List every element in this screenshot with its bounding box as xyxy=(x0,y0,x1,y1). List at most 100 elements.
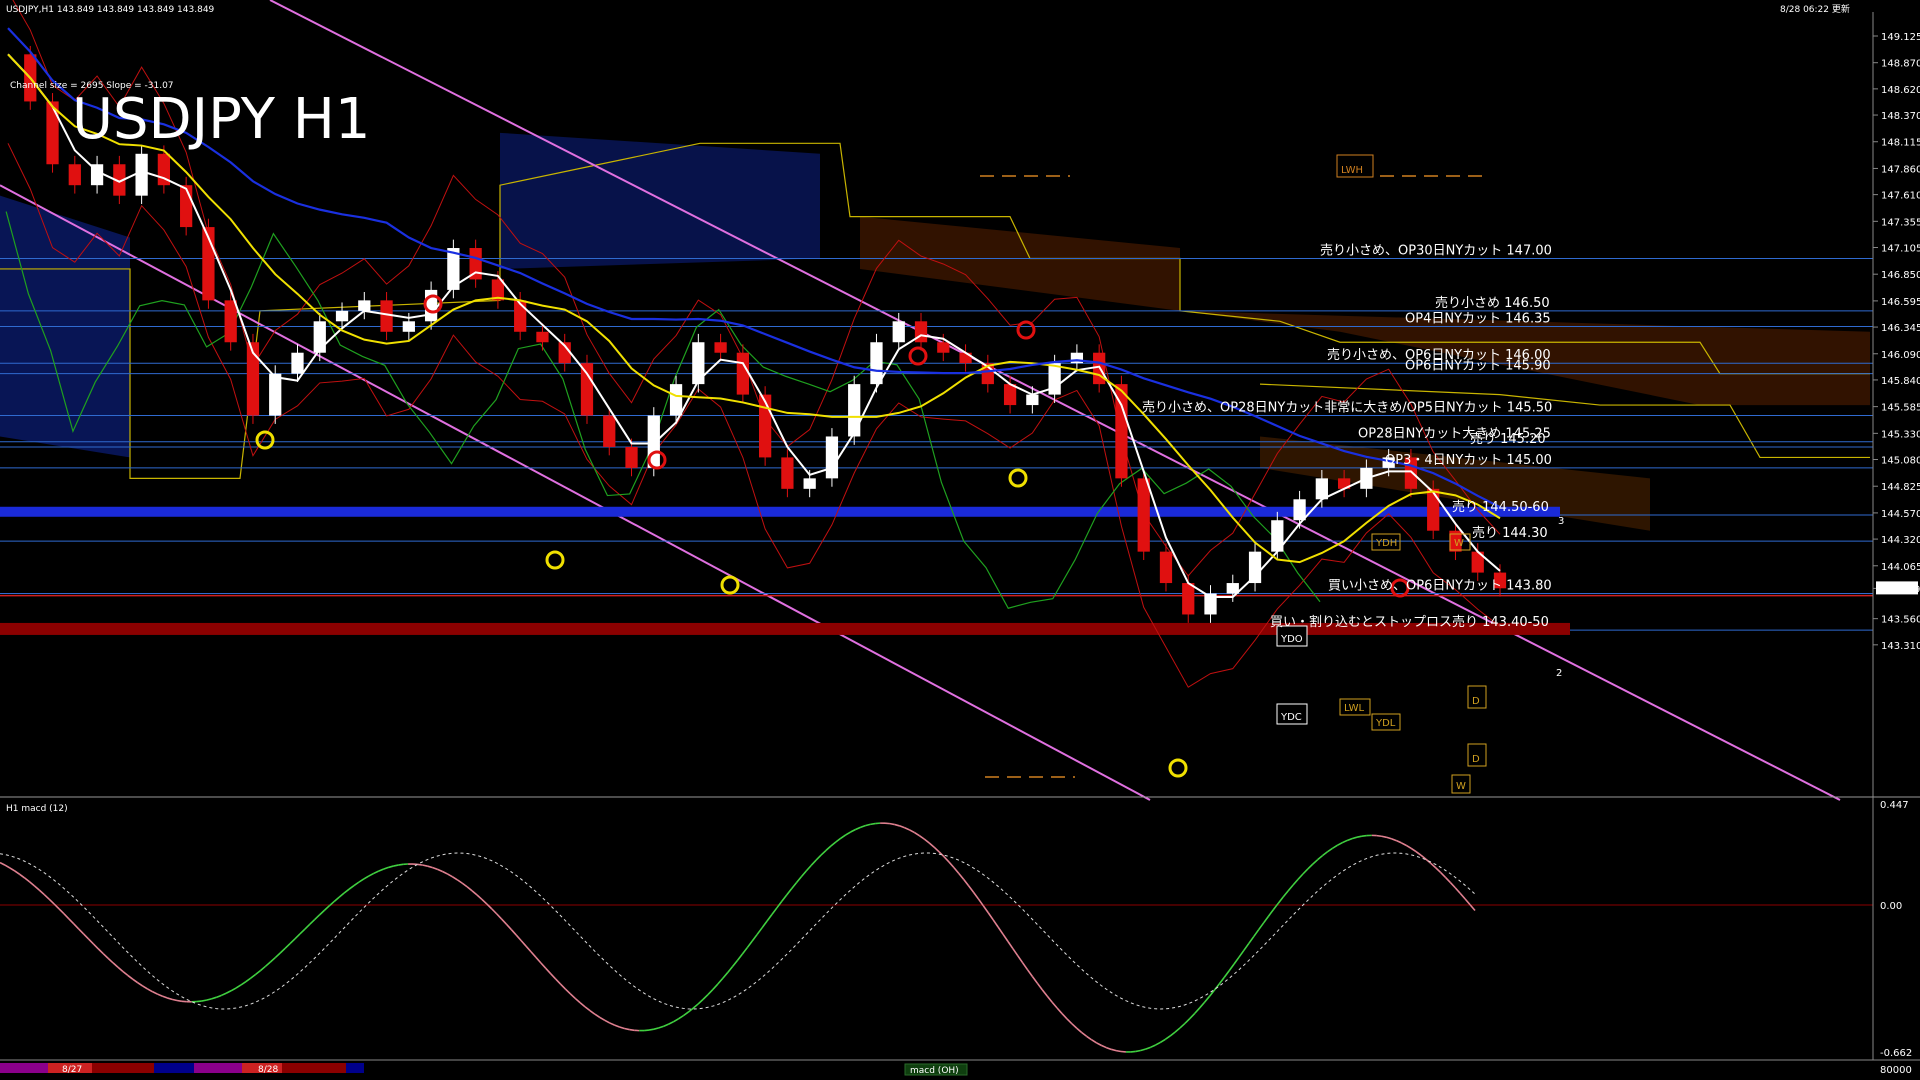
price-tick-label: 143.310 xyxy=(1881,641,1920,652)
cloud-blue-2 xyxy=(500,132,820,269)
price-tick-label: 148.620 xyxy=(1881,85,1920,96)
level-band-blue xyxy=(0,506,1560,517)
macd-line-segment xyxy=(1381,835,1387,839)
macd-tick-top: 0.447 xyxy=(1880,800,1909,811)
candle-body xyxy=(825,436,839,479)
macd-line-segment xyxy=(1361,834,1367,837)
level-label: 売り 145.20 xyxy=(1470,431,1546,447)
marker-ydl-label: YDL xyxy=(1375,718,1396,729)
price-tick-label: 143.560 xyxy=(1881,615,1920,626)
macd-tick-bottom: -0.662 xyxy=(1880,1048,1912,1059)
price-tick-label: 147.105 xyxy=(1881,243,1920,254)
candle-body xyxy=(424,289,438,322)
candle-body xyxy=(1159,551,1173,584)
level-label: OP6日NYカット 145.90 xyxy=(1405,359,1551,374)
candle-body xyxy=(580,363,594,416)
candle-body xyxy=(1026,394,1039,406)
marker-lwh-label: LWH xyxy=(1341,165,1363,176)
candle-body xyxy=(625,446,638,468)
candle-body xyxy=(1427,488,1440,531)
marker-ydo-label: YDO xyxy=(1280,634,1303,645)
marker-d-1-label: D xyxy=(1472,696,1480,707)
update-timestamp: 8/28 06:22 更新 xyxy=(1780,3,1850,15)
marker-ydh-label: YDH xyxy=(1375,538,1397,549)
candle-body xyxy=(1003,384,1017,406)
macd-line-segment xyxy=(398,863,404,866)
candle-body xyxy=(536,331,549,343)
price-tick-label: 148.870 xyxy=(1881,59,1920,70)
marker-w-2-label: W xyxy=(1456,781,1466,792)
macd-line-segment xyxy=(1135,1049,1141,1053)
candle-body xyxy=(358,300,371,311)
macd-line-segment xyxy=(171,998,178,1002)
macd-line-segment xyxy=(889,822,895,826)
price-tick-label: 148.370 xyxy=(1881,111,1920,122)
candle-body xyxy=(892,321,905,343)
symbol-info: USDJPY,H1 143.849 143.849 143.849 143.84… xyxy=(6,5,215,15)
candle-body xyxy=(603,415,616,447)
candle-body xyxy=(669,384,683,416)
price-tick-label: 147.610 xyxy=(1881,191,1920,202)
candle-body xyxy=(335,310,349,322)
price-tick-label: 149.125 xyxy=(1881,32,1920,43)
marker-lwl-label: LWL xyxy=(1344,703,1365,714)
level-label: 売り小さめ、OP30日NYカット 147.00 xyxy=(1320,242,1552,258)
price-tick-label: 144.320 xyxy=(1881,535,1920,546)
candle-body xyxy=(1248,551,1262,584)
macd-line-segment xyxy=(624,1027,630,1031)
price-tick-label: 146.595 xyxy=(1881,297,1920,308)
price-tick-label: 144.825 xyxy=(1881,482,1920,493)
macd-tick-zero: 0.00 xyxy=(1880,901,1902,912)
macd-line-segment xyxy=(422,864,428,867)
candle-body xyxy=(736,352,749,395)
macd-line-segment xyxy=(417,863,423,866)
candle-body xyxy=(714,342,727,353)
macd-tab-label[interactable]: macd (OH) xyxy=(910,1066,959,1076)
level-label: 買い小さめ、OP6日NYカット 143.80 xyxy=(1328,579,1552,594)
candle-body xyxy=(848,384,861,437)
macd-line-segment xyxy=(648,1028,655,1031)
price-tick-label: 147.355 xyxy=(1881,217,1920,228)
macd-line-segment xyxy=(393,864,399,867)
level-label: 売り 144.50-60 xyxy=(1452,499,1549,515)
candle-body xyxy=(135,153,148,196)
date-label-2: 8/28 xyxy=(258,1065,278,1075)
candle-body xyxy=(1182,583,1195,615)
level-label: 売り 144.30 xyxy=(1472,525,1548,541)
macd-line-segment xyxy=(1376,834,1382,838)
candle-body xyxy=(402,321,415,332)
candle-body xyxy=(870,342,883,385)
macd-line-segment xyxy=(176,999,183,1003)
candle-body xyxy=(937,342,950,353)
chart-canvas[interactable]: LWH YDH W YDO YDC LWL YDL D D W 2 3 売り小さめ、OP30日NYカッ… xyxy=(0,0,1920,1080)
marker-ydc-label: YDC xyxy=(1280,712,1302,723)
price-tick-label: 145.585 xyxy=(1881,403,1920,414)
candle-body xyxy=(180,185,193,228)
marker-d-2-label: D xyxy=(1472,754,1480,765)
macd-line-segment xyxy=(201,999,207,1002)
price-tick-label: 148.115 xyxy=(1881,138,1920,149)
date-label-1: 8/27 xyxy=(62,1065,82,1075)
candle-body xyxy=(68,164,81,186)
macd-line-segment xyxy=(1115,1049,1122,1053)
price-tick-label: 146.850 xyxy=(1881,270,1920,281)
candle-body xyxy=(1315,478,1328,500)
price-tick-label: 144.570 xyxy=(1881,509,1920,520)
price-tick-label: 147.860 xyxy=(1881,164,1920,175)
level-label: 売り小さめ 146.50 xyxy=(1435,295,1550,311)
macd-line-segment xyxy=(629,1028,635,1032)
price-tick-label: 145.080 xyxy=(1881,456,1920,467)
candle-body xyxy=(781,457,794,489)
macd-line-segment xyxy=(1356,835,1363,838)
wave-3-label: 3 xyxy=(1558,516,1564,527)
level-label: OP4日NYカット 146.35 xyxy=(1405,312,1551,327)
price-tick-label: 144.065 xyxy=(1881,562,1920,573)
candle-body xyxy=(759,394,772,458)
candle-body xyxy=(1137,478,1150,552)
candle-body xyxy=(269,373,282,416)
current-price-label: 143.849 xyxy=(1879,584,1920,595)
candle-body xyxy=(803,478,816,489)
wave-2-label: 2 xyxy=(1556,668,1562,679)
candle-body xyxy=(380,300,393,332)
price-tick-label: 145.330 xyxy=(1881,429,1920,440)
